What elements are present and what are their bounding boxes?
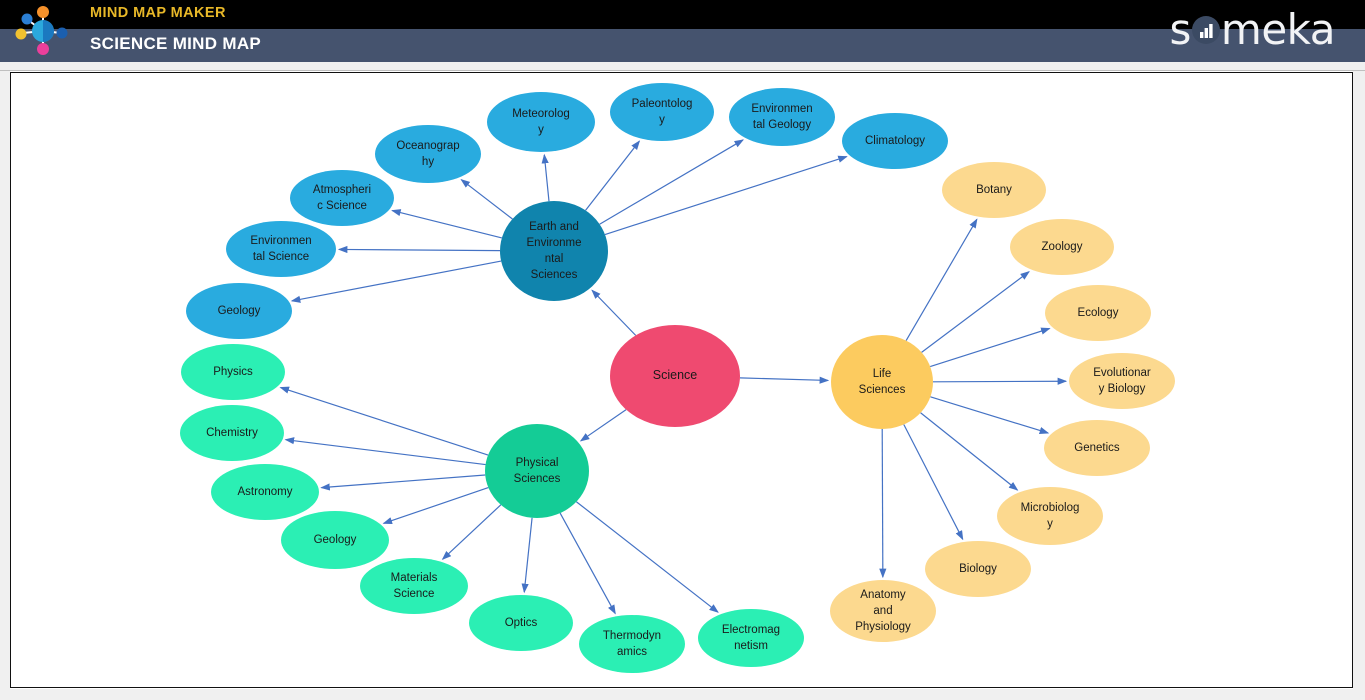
edge-physical-to-optics xyxy=(521,517,533,594)
edge-earth-to-environmental-science xyxy=(337,245,501,254)
edge-earth-to-climatology xyxy=(604,155,848,236)
node-climatology[interactable]: Climatology xyxy=(842,113,948,169)
node-thermodynamics[interactable]: Thermodyn amics xyxy=(579,615,685,673)
node-optics[interactable]: Optics xyxy=(469,595,573,651)
node-anatomy-and-physiology[interactable]: Anatomy and Physiology xyxy=(830,580,936,642)
edge-root-to-physical xyxy=(579,409,627,442)
network-node-logo-icon xyxy=(8,0,78,62)
node-shape-oceanography xyxy=(375,125,481,183)
node-microbiology[interactable]: Microbiolog y xyxy=(997,487,1103,545)
page-right-margin xyxy=(1353,71,1365,700)
page-title: SCIENCE MIND MAP xyxy=(90,34,262,53)
brand-text-meka: meka xyxy=(1220,5,1336,54)
node-life[interactable]: Life Sciences xyxy=(831,335,933,429)
edge-physical-to-chemistry xyxy=(284,437,486,466)
edge-physical-to-astronomy xyxy=(320,474,486,491)
node-label-science: Science xyxy=(653,368,698,382)
node-atmospheric-science[interactable]: Atmospheri c Science xyxy=(290,170,394,226)
node-chemistry[interactable]: Chemistry xyxy=(180,405,284,461)
node-physics[interactable]: Physics xyxy=(181,344,285,400)
edge-life-to-ecology xyxy=(930,327,1051,368)
app-header: MIND MAP MAKER SCIENCE MIND MAP s meka xyxy=(0,0,1365,62)
node-shape-environmental-geology xyxy=(729,88,835,146)
node-paleontology[interactable]: Paleontolog y xyxy=(610,83,714,141)
node-materials-science[interactable]: Materials Science xyxy=(360,558,468,614)
node-label-zoology: Zoology xyxy=(1042,241,1083,253)
edge-life-to-microbiology xyxy=(920,412,1019,491)
someka-brand-logo: s meka xyxy=(1169,5,1336,54)
edge-earth-to-meteorology xyxy=(541,153,550,202)
node-genetics[interactable]: Genetics xyxy=(1044,420,1150,476)
mindmap-diagram[interactable]: Oceanograp hyAtmospheri c ScienceEnvironme… xyxy=(11,73,1351,686)
edge-earth-to-paleontology xyxy=(585,140,641,211)
edge-physical-to-materials-science xyxy=(441,504,502,561)
node-shape-atmospheric-science xyxy=(290,170,394,226)
edge-physical-to-thermodynamics xyxy=(559,512,616,615)
node-environmental-geology[interactable]: Environmen tal Geology xyxy=(729,88,835,146)
edge-earth-to-geology-earth xyxy=(290,260,502,303)
node-shape-environmental-science xyxy=(226,221,336,277)
node-shape-microbiology xyxy=(997,487,1103,545)
edge-earth-to-atmospheric-science xyxy=(391,209,503,239)
node-shape-materials-science xyxy=(360,558,468,614)
node-label-ecology: Ecology xyxy=(1078,307,1119,319)
node-shape-electromagnetism xyxy=(698,609,804,667)
node-label-chemistry: Chemistry xyxy=(206,427,258,439)
node-earth[interactable]: Earth and Environme ntal Sciences xyxy=(500,201,608,301)
node-ecology[interactable]: Ecology xyxy=(1045,285,1151,341)
node-shape-physical xyxy=(485,424,589,518)
edge-life-to-anatomy-and-physiology xyxy=(879,428,887,579)
header-gap-strip xyxy=(0,62,1365,71)
page-bottom-margin xyxy=(0,689,1365,700)
edge-earth-to-oceanography xyxy=(460,178,513,220)
node-biology[interactable]: Biology xyxy=(925,541,1031,597)
node-electromagnetism[interactable]: Electromag netism xyxy=(698,609,804,667)
node-label-physics: Physics xyxy=(213,366,253,378)
node-physical[interactable]: Physical Sciences xyxy=(485,424,589,518)
node-label-biology: Biology xyxy=(959,563,997,575)
page-left-margin xyxy=(0,71,10,700)
edge-life-to-evolutionary-biology xyxy=(932,377,1068,385)
node-science[interactable]: Science xyxy=(610,325,740,427)
node-meteorology[interactable]: Meteorolog y xyxy=(487,92,595,152)
edge-life-to-botany xyxy=(905,218,978,341)
node-evolutionary-biology[interactable]: Evolutionar y Biology xyxy=(1069,353,1175,409)
mindmap-canvas[interactable]: Oceanograp hy Atmospheri c Science Environme… xyxy=(10,72,1353,688)
edge-root-to-earth xyxy=(591,289,637,336)
node-botany[interactable]: Botany xyxy=(942,162,1046,218)
node-shape-evolutionary-biology xyxy=(1069,353,1175,409)
node-shape-paleontology xyxy=(610,83,714,141)
edge-physical-to-physics xyxy=(279,386,489,456)
node-shape-meteorology xyxy=(487,92,595,152)
edge-life-to-biology xyxy=(903,424,964,541)
edge-life-to-genetics xyxy=(930,396,1050,434)
bar-chart-icon xyxy=(1191,15,1221,45)
node-geology-physical[interactable]: Geology xyxy=(281,511,389,569)
node-label-geology-physical: Geology xyxy=(314,534,357,546)
edge-physical-to-electromagnetism xyxy=(575,501,719,613)
node-astronomy[interactable]: Astronomy xyxy=(211,464,319,520)
node-zoology[interactable]: Zoology xyxy=(1010,219,1114,275)
node-label-botany: Botany xyxy=(976,184,1012,196)
brand-text-s: s xyxy=(1169,5,1192,54)
node-shape-earth xyxy=(500,201,608,301)
node-oceanography[interactable]: Oceanograp hy xyxy=(375,125,481,183)
app-kicker-title: MIND MAP MAKER xyxy=(90,5,226,21)
mindmap-nodes[interactable]: Oceanograp hyAtmospheri c ScienceEnvironme… xyxy=(180,83,1175,673)
node-shape-life xyxy=(831,335,933,429)
node-label-climatology: Climatology xyxy=(865,135,925,147)
node-label-astronomy: Astronomy xyxy=(238,486,293,498)
node-label-geology-earth: Geology xyxy=(218,305,261,317)
node-environmental-science[interactable]: Environmen tal Science xyxy=(226,221,336,277)
node-label-optics: Optics xyxy=(505,617,538,629)
node-shape-thermodynamics xyxy=(579,615,685,673)
node-label-genetics: Genetics xyxy=(1074,442,1120,454)
edge-root-to-life xyxy=(739,376,830,384)
edge-physical-to-geology-physical xyxy=(382,487,489,525)
node-geology-earth[interactable]: Geology xyxy=(186,283,292,339)
edge-earth-to-environmental-geology xyxy=(599,139,744,225)
